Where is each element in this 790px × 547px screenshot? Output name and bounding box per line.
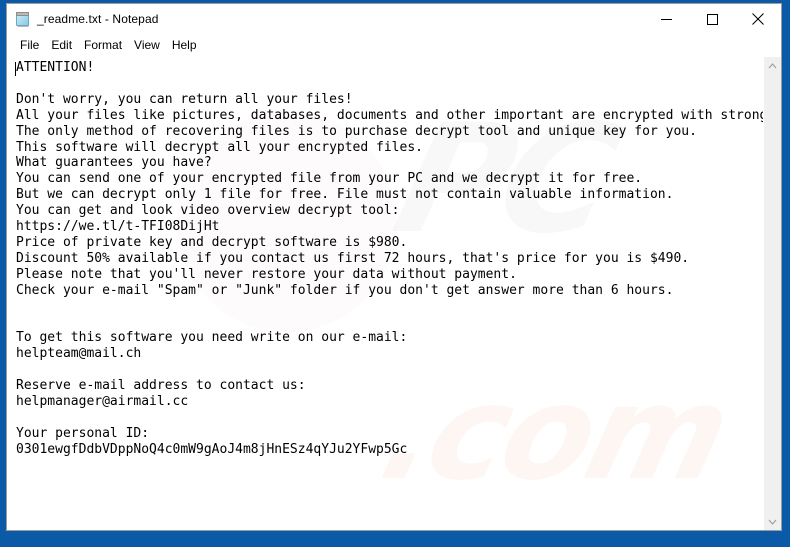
window-title: _readme.txt - Notepad	[37, 12, 159, 26]
scroll-down-button[interactable]	[764, 513, 781, 530]
minimize-button[interactable]	[643, 4, 689, 34]
desktop-background: _readme.txt - Notepad File Edit Format V…	[0, 0, 790, 547]
menu-item-format[interactable]: Format	[78, 37, 128, 54]
menu-item-help[interactable]: Help	[166, 37, 203, 54]
text-canvas[interactable]: PC .com ATTENTION! Don't worry, you can …	[7, 57, 763, 530]
menu-item-view[interactable]: View	[128, 37, 166, 54]
ransom-note-text[interactable]: ATTENTION! Don't worry, you can return a…	[16, 60, 763, 458]
close-icon	[752, 13, 764, 25]
close-button[interactable]	[735, 4, 781, 34]
maximize-icon	[706, 13, 718, 25]
menu-bar: File Edit Format View Help	[7, 34, 781, 56]
chevron-down-icon	[768, 519, 777, 525]
scroll-up-button[interactable]	[764, 57, 781, 74]
notepad-window: _readme.txt - Notepad File Edit Format V…	[6, 3, 782, 531]
text-caret	[15, 62, 16, 76]
notepad-icon	[15, 11, 31, 27]
window-controls	[643, 4, 781, 34]
editor-area: PC .com ATTENTION! Don't worry, you can …	[7, 56, 781, 530]
chevron-up-icon	[768, 62, 777, 68]
menu-item-edit[interactable]: Edit	[45, 37, 78, 54]
title-bar[interactable]: _readme.txt - Notepad	[7, 4, 781, 34]
menu-item-file[interactable]: File	[14, 37, 45, 54]
maximize-button[interactable]	[689, 4, 735, 34]
vertical-scrollbar[interactable]	[763, 57, 781, 530]
minimize-icon	[660, 18, 672, 20]
